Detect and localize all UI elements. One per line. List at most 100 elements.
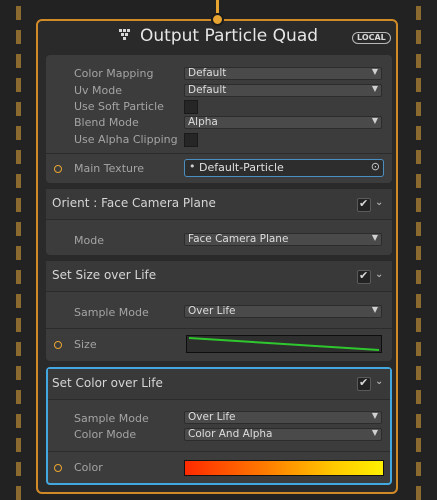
flow-lane-segment bbox=[416, 150, 421, 164]
local-badge[interactable]: LOCAL bbox=[352, 32, 391, 44]
orient-mode-value: Face Camera Plane bbox=[188, 233, 289, 245]
collapse-chevron-icon[interactable]: ⌄ bbox=[375, 376, 383, 387]
flow-lane-segment bbox=[416, 198, 421, 212]
color-mapping-label: Color Mapping bbox=[74, 67, 154, 80]
orient-enable-checkbox[interactable] bbox=[357, 197, 371, 212]
flow-lane-segment bbox=[16, 198, 21, 212]
dropdown-arrow-icon: ▼ bbox=[371, 84, 378, 93]
color-mode-dropdown[interactable]: Color And Alpha ▼ bbox=[184, 428, 382, 441]
divider bbox=[46, 328, 392, 329]
size-sample-mode-dropdown[interactable]: Over Life ▼ bbox=[184, 305, 382, 318]
flow-lane-segment bbox=[416, 438, 421, 452]
collapse-chevron-icon[interactable]: ⌄ bbox=[375, 269, 383, 280]
set-size-block-header[interactable]: Set Size over Life ⌄ bbox=[46, 261, 392, 292]
color-mapping-value: Default bbox=[188, 67, 227, 79]
node-title: Output Particle Quad bbox=[140, 26, 319, 46]
orient-mode-label: Mode bbox=[74, 234, 104, 247]
flow-lane-segment bbox=[16, 78, 21, 92]
set-size-block[interactable]: Set Size over Life ⌄ Sample Mode Over Li… bbox=[46, 261, 392, 361]
flow-lane-segment bbox=[416, 366, 421, 380]
flow-lane-segment bbox=[16, 414, 21, 428]
dropdown-arrow-icon: ▼ bbox=[371, 67, 378, 76]
main-texture-label: Main Texture bbox=[74, 162, 145, 175]
orient-block-header[interactable]: Orient : Face Camera Plane ⌄ bbox=[46, 189, 392, 220]
flow-lane-segment bbox=[416, 390, 421, 404]
blend-mode-dropdown[interactable]: Alpha ▼ bbox=[184, 116, 382, 129]
dropdown-arrow-icon: ▼ bbox=[371, 411, 378, 420]
color-sample-mode-dropdown[interactable]: Over Life ▼ bbox=[184, 411, 382, 424]
soft-particle-checkbox[interactable] bbox=[184, 100, 198, 114]
flow-lane-segment bbox=[416, 6, 421, 20]
blend-mode-label: Blend Mode bbox=[74, 116, 139, 129]
alpha-clipping-label: Use Alpha Clipping bbox=[74, 133, 178, 146]
uv-mode-value: Default bbox=[188, 84, 227, 96]
alpha-clipping-checkbox[interactable] bbox=[184, 133, 198, 147]
dropdown-arrow-icon: ▼ bbox=[371, 233, 378, 242]
flow-lane-segment bbox=[16, 366, 21, 380]
texture-dot-icon: • bbox=[189, 160, 196, 173]
divider bbox=[48, 451, 390, 452]
size-curve-field[interactable] bbox=[186, 335, 382, 353]
orient-block[interactable]: Orient : Face Camera Plane ⌄ Mode Face C… bbox=[46, 189, 392, 255]
color-gradient-field[interactable] bbox=[184, 460, 384, 476]
set-color-enable-checkbox[interactable] bbox=[357, 376, 371, 391]
flow-lane-segment bbox=[416, 222, 421, 236]
flow-lane-segment bbox=[16, 6, 21, 20]
flow-lane-segment bbox=[16, 30, 21, 44]
flow-lane-segment bbox=[16, 270, 21, 284]
uv-mode-dropdown[interactable]: Default ▼ bbox=[184, 84, 382, 97]
flow-lane-segment bbox=[16, 486, 21, 500]
flow-lane-segment bbox=[416, 102, 421, 116]
size-sample-mode-label: Sample Mode bbox=[74, 306, 149, 319]
blend-mode-value: Alpha bbox=[188, 116, 218, 128]
flow-lane-segment bbox=[416, 414, 421, 428]
flow-lane-segment bbox=[16, 150, 21, 164]
flow-lane-segment bbox=[16, 390, 21, 404]
dropdown-arrow-icon: ▼ bbox=[371, 116, 378, 125]
flow-lane-segment bbox=[16, 54, 21, 68]
flow-lane-segment bbox=[416, 54, 421, 68]
set-size-block-title: Set Size over Life bbox=[52, 268, 157, 282]
flow-lane-segment bbox=[416, 486, 421, 500]
size-curve bbox=[188, 337, 380, 351]
main-texture-field[interactable]: • Default-Particle ⊙ bbox=[184, 159, 384, 177]
main-texture-value: Default-Particle bbox=[199, 161, 284, 174]
orient-block-title: Orient : Face Camera Plane bbox=[52, 196, 216, 210]
flow-lane-segment bbox=[416, 78, 421, 92]
orient-mode-dropdown[interactable]: Face Camera Plane ▼ bbox=[184, 233, 382, 246]
flow-lane-segment bbox=[416, 126, 421, 140]
dropdown-arrow-icon: ▼ bbox=[371, 305, 378, 314]
size-port[interactable] bbox=[54, 341, 62, 349]
flow-lane-segment bbox=[16, 438, 21, 452]
color-mapping-dropdown[interactable]: Default ▼ bbox=[184, 67, 382, 80]
flow-lane-segment bbox=[416, 270, 421, 284]
soft-particle-label: Use Soft Particle bbox=[74, 100, 164, 113]
flow-lane-segment bbox=[16, 174, 21, 188]
set-color-block[interactable]: Set Color over Life ⌄ Sample Mode Over L… bbox=[46, 367, 392, 485]
collapse-chevron-icon[interactable]: ⌄ bbox=[375, 197, 383, 208]
flow-lane-segment bbox=[16, 342, 21, 356]
color-label: Color bbox=[74, 461, 103, 474]
set-size-enable-checkbox[interactable] bbox=[357, 269, 371, 284]
output-particle-quad-node[interactable]: Output Particle Quad LOCAL Color Mapping… bbox=[36, 19, 398, 494]
flow-lane-segment bbox=[416, 174, 421, 188]
flow-lane-segment bbox=[16, 126, 21, 140]
flow-lane-segment bbox=[416, 30, 421, 44]
flow-lane-segment bbox=[416, 294, 421, 308]
flow-input-port[interactable] bbox=[211, 13, 224, 26]
color-port[interactable] bbox=[54, 464, 62, 472]
size-label: Size bbox=[74, 338, 97, 351]
flow-lane-segment bbox=[16, 318, 21, 332]
flow-lane-segment bbox=[16, 246, 21, 260]
uv-mode-label: Uv Mode bbox=[74, 84, 123, 97]
flow-lane-segment bbox=[16, 462, 21, 476]
flow-lane-segment bbox=[416, 342, 421, 356]
size-sample-mode-value: Over Life bbox=[188, 305, 236, 317]
object-picker-icon[interactable]: ⊙ bbox=[371, 160, 380, 173]
color-sample-mode-label: Sample Mode bbox=[74, 412, 149, 425]
set-color-block-header[interactable]: Set Color over Life ⌄ bbox=[48, 369, 390, 400]
main-texture-port[interactable] bbox=[54, 165, 62, 173]
flow-lane-segment bbox=[416, 462, 421, 476]
color-sample-mode-value: Over Life bbox=[188, 411, 236, 423]
divider bbox=[46, 153, 392, 154]
